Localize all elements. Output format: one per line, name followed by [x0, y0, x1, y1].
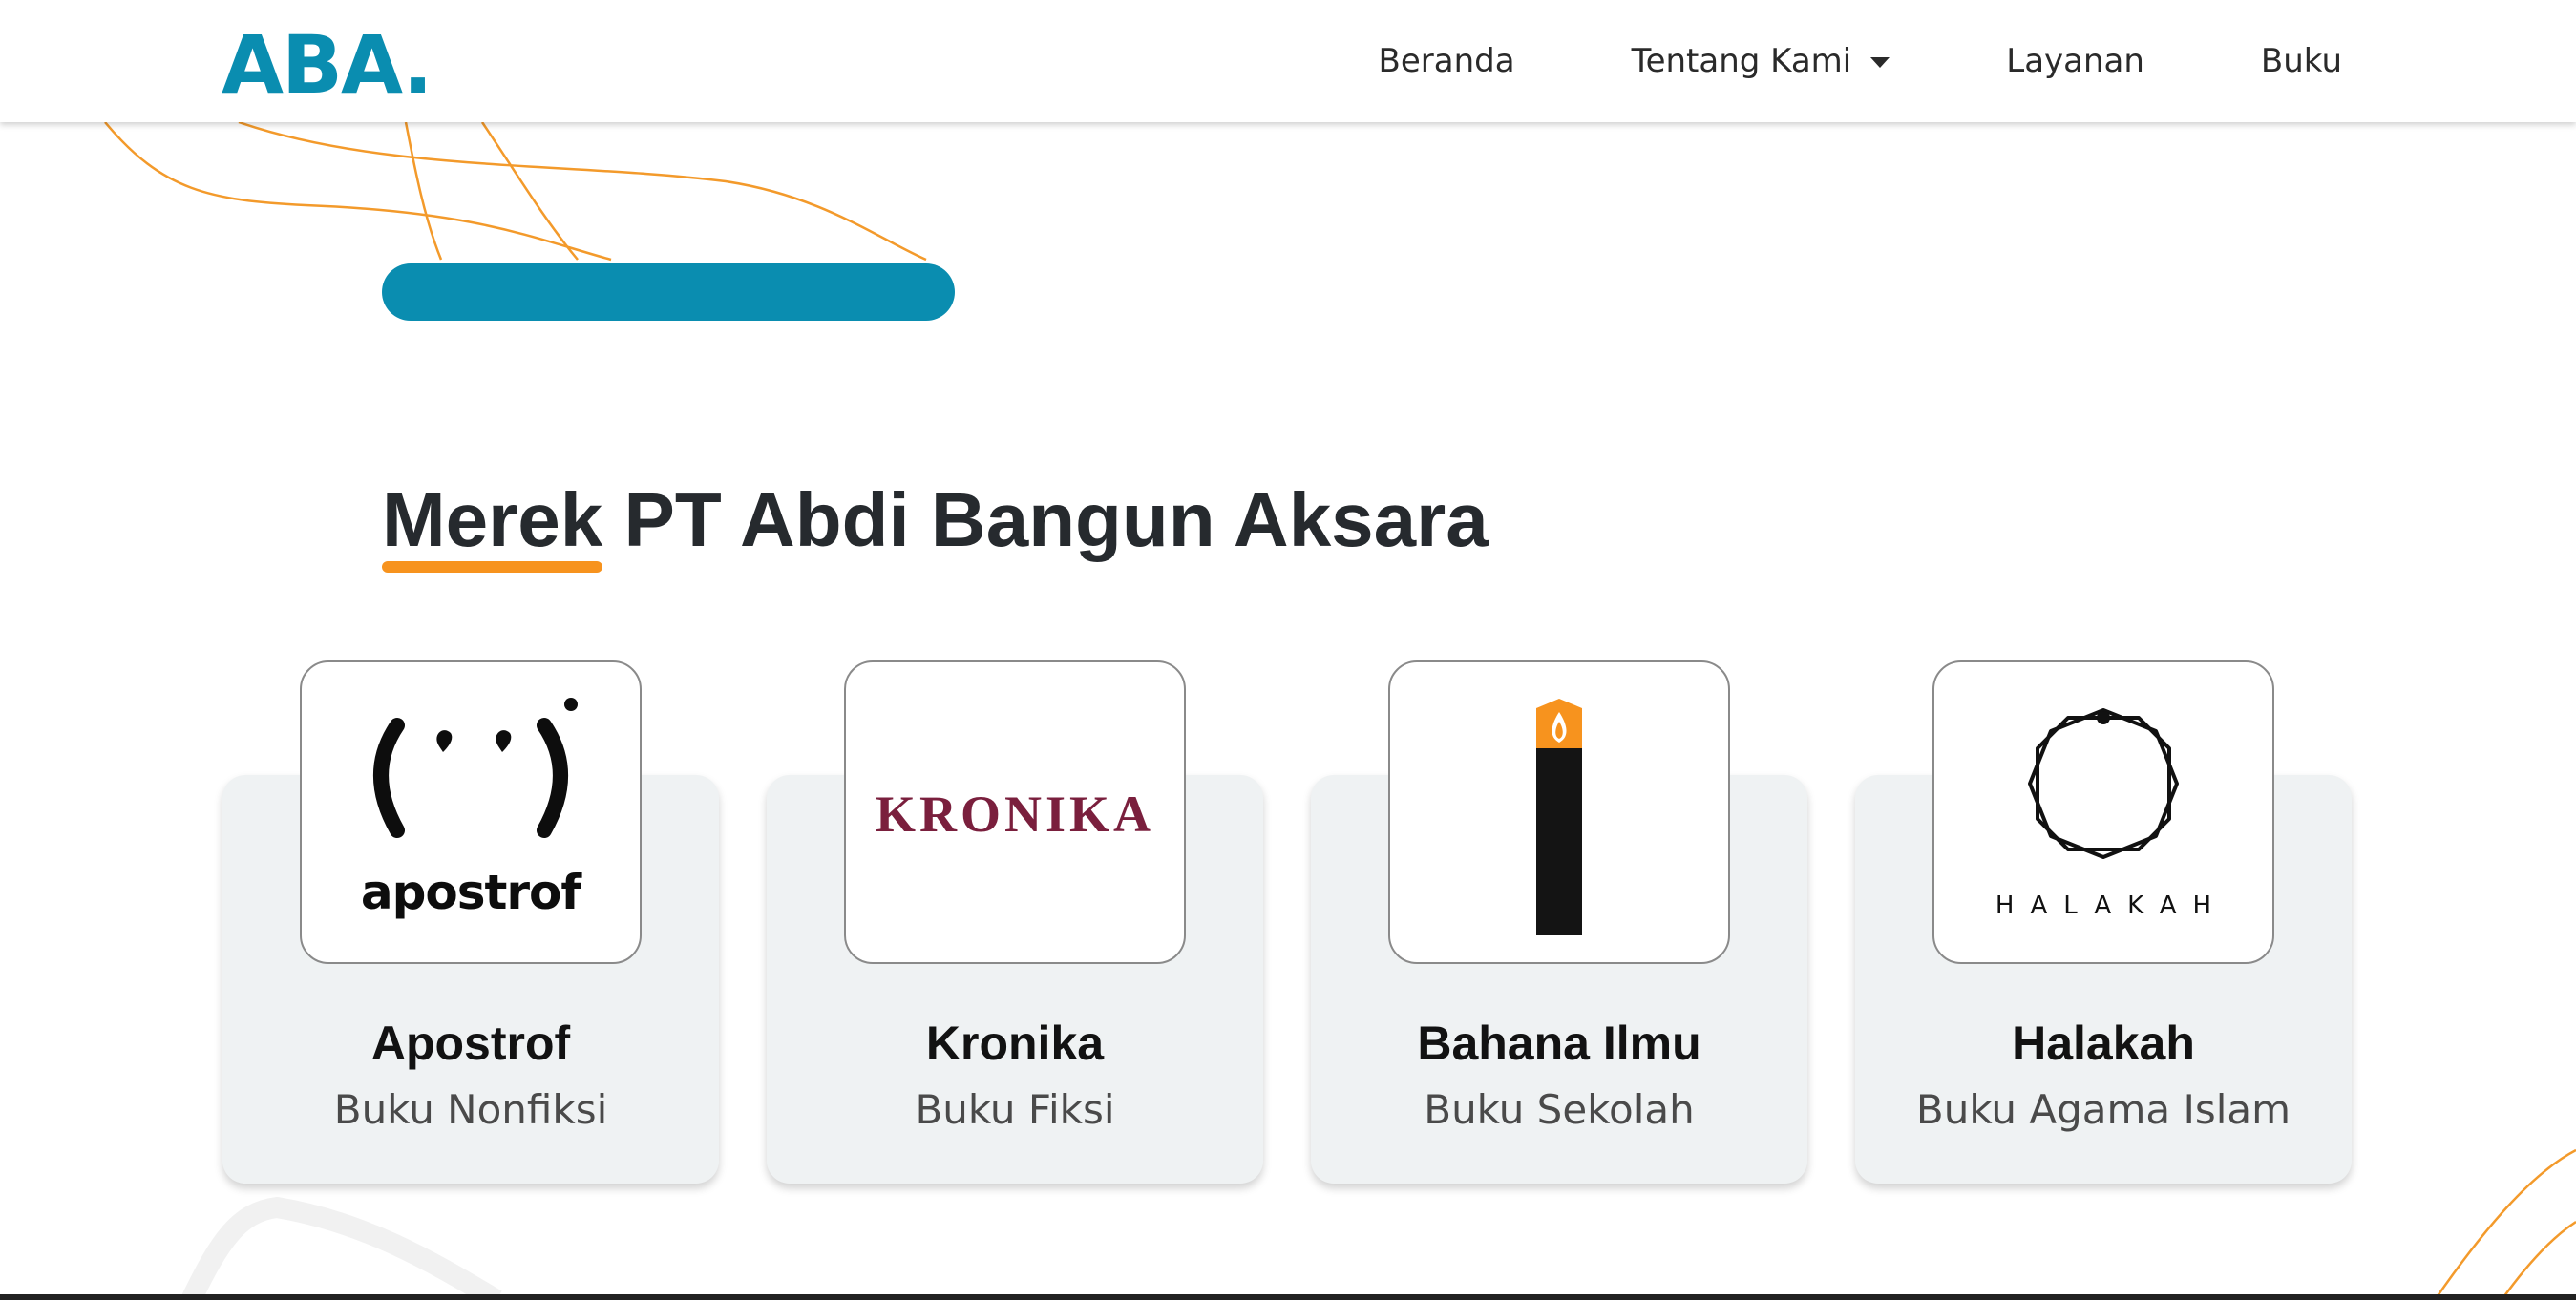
title-rest-text: PT Abdi Bangun Aksara	[602, 477, 1489, 562]
halakah-wordmark: HALAKAH	[1995, 891, 2228, 920]
brand-name: Apostrof	[370, 1017, 571, 1070]
title-highlight-text: Merek	[382, 477, 603, 562]
nav-link-tentang-kami[interactable]: Tentang Kami	[1632, 42, 1890, 80]
brand-category: Buku Nonfiksi	[333, 1086, 608, 1133]
nav-link-beranda[interactable]: Beranda	[1379, 42, 1515, 80]
kronika-wordmark: KRONIKA	[875, 786, 1154, 843]
aba-logo[interactable]: ABA.	[222, 17, 433, 113]
candle-icon	[1536, 699, 1582, 935]
apostrof-face-icon	[373, 698, 578, 838]
nav-links: Beranda Tentang Kami Layanan Buku	[1379, 0, 2342, 122]
halakah-logo-box: HALAKAH	[1932, 660, 2274, 964]
brand-category: Buku Fiksi	[915, 1086, 1115, 1133]
navbar: ABA. Beranda Tentang Kami Layanan Buku	[0, 0, 2576, 122]
apostrof-wordmark: apostrof	[360, 865, 581, 920]
bahana-ilmu-logo-box	[1388, 660, 1730, 964]
title-underline	[382, 561, 603, 573]
brand-category: Buku Sekolah	[1424, 1086, 1695, 1133]
nav-link-buku[interactable]: Buku	[2261, 42, 2342, 80]
hero-accent-bar	[382, 263, 955, 321]
nav-link-label: Beranda	[1378, 42, 1515, 80]
brand-name: Halakah	[2012, 1017, 2195, 1070]
brand-name: Kronika	[925, 1017, 1105, 1070]
nav-link-layanan[interactable]: Layanan	[2006, 42, 2144, 80]
kronika-logo-box: KRONIKA	[844, 660, 1186, 964]
brand-name: Bahana Ilmu	[1417, 1017, 1701, 1070]
page: ABA. Beranda Tentang Kami Layanan Buku M…	[0, 0, 2576, 1300]
window-bottom-edge	[0, 1294, 2576, 1300]
caret-down-icon	[1870, 56, 1890, 68]
brand-category: Buku Agama Islam	[1915, 1086, 2291, 1133]
apostrof-logo-box: apostrof	[300, 660, 642, 964]
title-highlight: Merek	[382, 470, 603, 573]
nav-link-label: Buku	[2260, 42, 2342, 80]
nav-link-label: Tentang Kami	[1631, 42, 1852, 80]
nav-link-label: Layanan	[2006, 42, 2144, 80]
section-title: Merek PT Abdi Bangun Aksara	[382, 470, 1489, 573]
